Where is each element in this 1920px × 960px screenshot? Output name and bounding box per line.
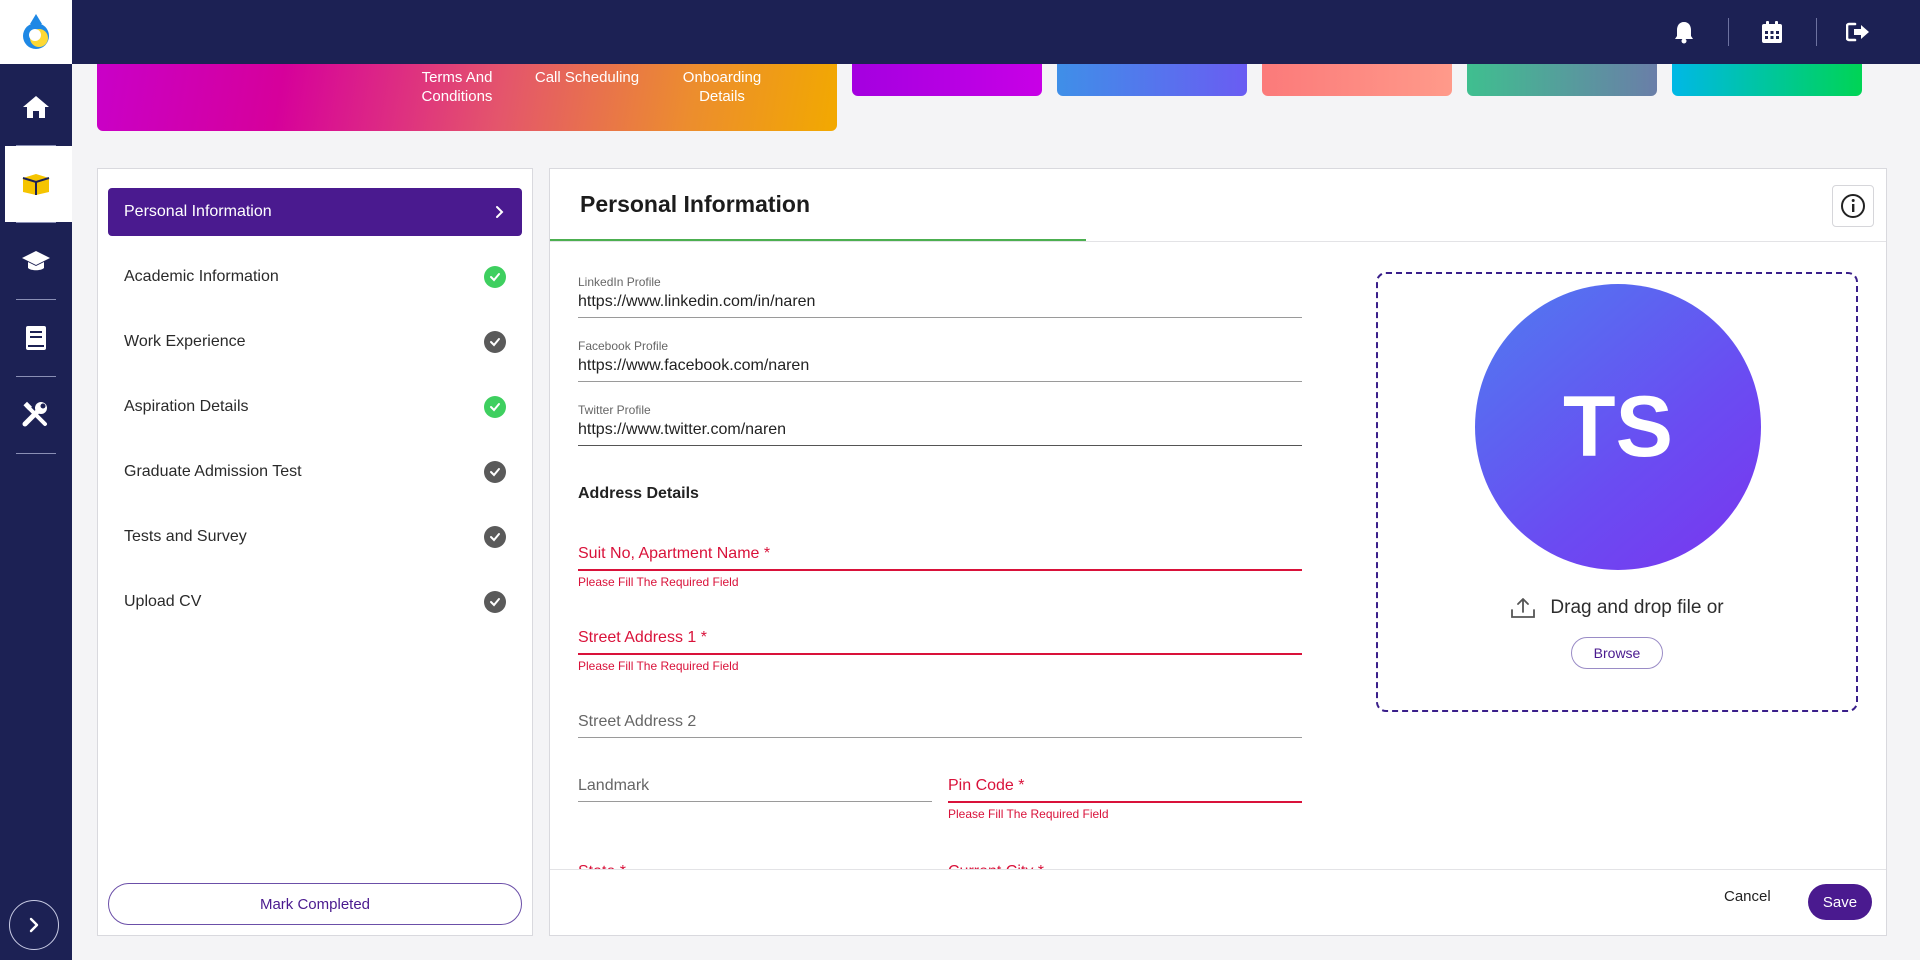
stat-tile-1[interactable] [852,60,1042,96]
avatar: TS [1475,284,1761,570]
step-tests-and-survey[interactable]: Tests and Survey [108,513,522,561]
nav-tools[interactable] [0,377,72,453]
info-button[interactable] [1832,185,1874,227]
step-work-experience[interactable]: Work Experience [108,318,522,366]
twitter-label: Twitter Profile [578,403,651,417]
street1-field[interactable]: Street Address 1 * Please Fill The Requi… [578,629,1302,673]
tools-icon [22,401,47,427]
browse-button[interactable]: Browse [1571,637,1663,669]
home-icon [23,96,49,118]
graduation-cap-icon [22,251,50,271]
stat-tile-2[interactable] [1057,60,1247,96]
suit-field[interactable]: Suit No, Apartment Name * Please Fill Th… [578,545,1302,589]
nav-onboarding[interactable] [0,146,72,222]
steps-panel: Personal Information Academic Informatio… [97,168,533,936]
logo-icon [23,14,49,49]
step-label: Upload CV [124,593,202,610]
nav-home[interactable] [0,69,72,145]
banner-step-terms[interactable]: Terms And Conditions [397,68,517,106]
onboarding-progress-banner: Terms And Conditions Call Scheduling Onb… [97,60,837,131]
check-icon [484,396,506,418]
drag-drop-hint: Drag and drop file or [1378,596,1856,620]
facebook-field[interactable]: Facebook Profile https://www.facebook.co… [578,339,1302,382]
box-icon [22,174,50,195]
personal-information-form: Personal Information LinkedIn Profile ht… [549,168,1887,936]
logout-icon [1846,22,1869,42]
step-label: Personal Information [124,203,272,220]
step-label: Tests and Survey [124,528,247,545]
step-graduate-admission-test[interactable]: Graduate Admission Test [108,448,522,496]
landmark-input[interactable]: Landmark [578,777,932,802]
banner-step-onboarding-details[interactable]: Onboarding Details [662,68,782,106]
facebook-label: Facebook Profile [578,339,669,353]
page-title: Personal Information [580,191,811,217]
pincode-input[interactable]: Pin Code * [948,777,1302,803]
linkedin-input[interactable]: https://www.linkedin.com/in/naren [578,289,1302,318]
step-label: Graduate Admission Test [124,463,302,480]
check-icon [484,461,506,483]
app-logo[interactable] [0,0,72,64]
street1-error: Please Fill The Required Field [578,659,739,673]
mark-completed-button[interactable]: Mark Completed [108,883,522,925]
step-academic-information[interactable]: Academic Information [108,253,522,301]
step-label: Aspiration Details [124,398,249,415]
pincode-error: Please Fill The Required Field [948,807,1109,821]
sidebar-expand-button[interactable] [9,900,59,950]
twitter-field[interactable]: Twitter Profile https://www.twitter.com/… [578,403,1302,446]
step-personal-information[interactable]: Personal Information [108,188,522,236]
chevron-right-icon [496,206,504,218]
step-label: Academic Information [124,268,279,285]
step-label: Work Experience [124,333,246,350]
step-aspiration-details[interactable]: Aspiration Details [108,383,522,431]
form-footer: Cancel Save [550,869,1886,935]
notifications-button[interactable] [1668,16,1700,48]
chevron-right-icon [29,917,39,933]
nav-library[interactable] [0,300,72,376]
info-icon [1841,194,1865,218]
street1-input[interactable]: Street Address 1 * [578,629,1302,655]
calendar-button[interactable] [1756,16,1788,48]
landmark-field[interactable]: Landmark [578,777,932,802]
suit-error: Please Fill The Required Field [578,575,739,589]
top-header [72,0,1920,64]
sidebar [0,0,72,960]
bell-icon [1675,22,1693,44]
street2-field[interactable]: Street Address 2 [578,713,1302,738]
check-icon [484,591,506,613]
check-icon [484,331,506,353]
save-button[interactable]: Save [1808,884,1872,920]
stat-tile-3[interactable] [1262,60,1452,96]
check-icon [484,266,506,288]
active-tab-indicator [550,239,1086,241]
suit-input[interactable]: Suit No, Apartment Name * [578,545,1302,571]
step-upload-cv[interactable]: Upload CV [108,578,522,626]
banner-step-call-scheduling[interactable]: Call Scheduling [527,68,647,87]
linkedin-field[interactable]: LinkedIn Profile https://www.linkedin.co… [578,275,1302,318]
logout-button[interactable] [1842,16,1874,48]
book-icon [26,326,46,350]
address-details-heading: Address Details [578,485,699,502]
facebook-input[interactable]: https://www.facebook.com/naren [578,353,1302,382]
upload-icon [1511,598,1536,618]
drag-drop-text: Drag and drop file or [1550,597,1724,618]
pincode-field[interactable]: Pin Code * Please Fill The Required Fiel… [948,777,1302,821]
calendar-icon [1762,21,1782,43]
twitter-input[interactable]: https://www.twitter.com/naren [578,417,1302,446]
linkedin-label: LinkedIn Profile [578,275,661,289]
nav-academics[interactable] [0,223,72,299]
profile-photo-dropzone[interactable]: TS Drag and drop file or Browse [1376,272,1858,712]
cancel-button[interactable]: Cancel [1724,888,1771,905]
stat-tile-4[interactable] [1467,60,1657,96]
stat-tile-5[interactable] [1672,60,1862,96]
street2-input[interactable]: Street Address 2 [578,713,1302,738]
check-icon [484,526,506,548]
